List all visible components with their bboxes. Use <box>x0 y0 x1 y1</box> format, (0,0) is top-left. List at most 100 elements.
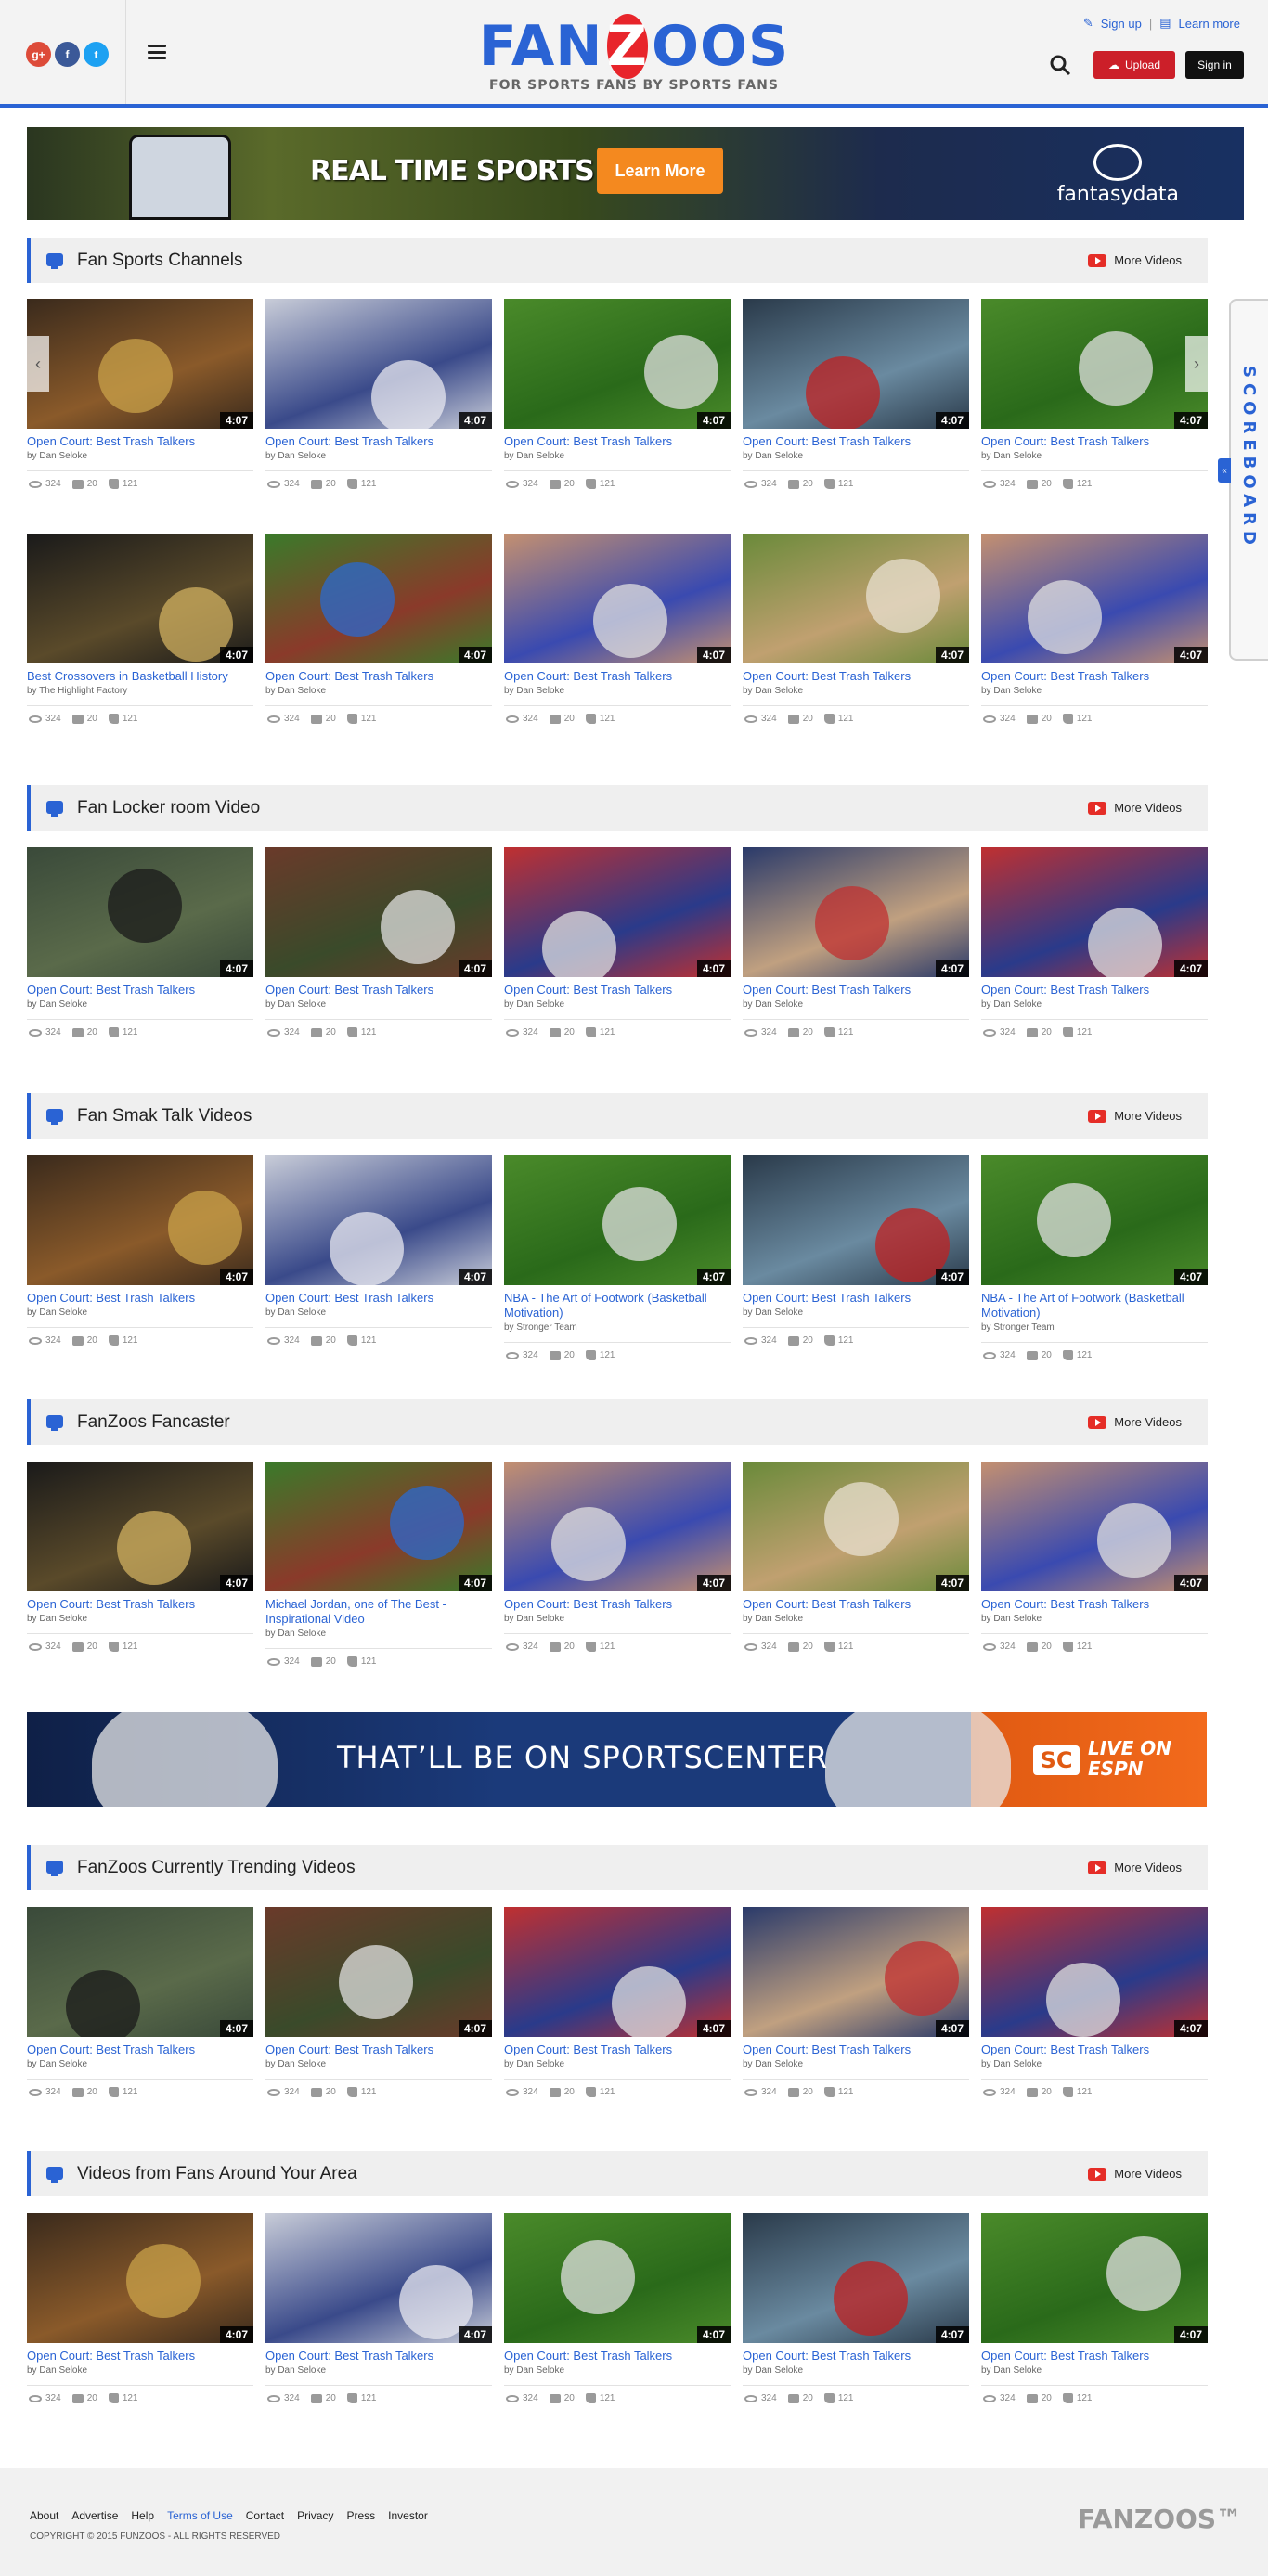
video-title-link[interactable]: NBA - The Art of Footwork (Basketball Mo… <box>981 1291 1208 1320</box>
video-title-link[interactable]: Best Crossovers in Basketball History <box>27 669 253 684</box>
twitter-icon[interactable]: t <box>84 42 109 67</box>
video-title-link[interactable]: Open Court: Best Trash Talkers <box>265 2042 492 2057</box>
video-title-link[interactable]: Open Court: Best Trash Talkers <box>27 1291 253 1306</box>
footer-logo[interactable]: FANZOOS™ <box>1078 2504 1242 2534</box>
video-thumbnail[interactable]: 4:07 <box>981 2213 1208 2343</box>
video-thumbnail[interactable]: 4:07 <box>27 2213 253 2343</box>
carousel-next-icon[interactable]: › <box>1185 336 1208 392</box>
video-card[interactable]: 4:07 Open Court: Best Trash Talkers by Dan… <box>743 1155 969 1360</box>
video-card[interactable]: 4:07 Open Court: Best Trash Talkers by Dan… <box>265 847 492 1037</box>
video-card[interactable]: 4:07 Open Court: Best Trash Talkers by Dan… <box>743 2213 969 2403</box>
video-title-link[interactable]: Open Court: Best Trash Talkers <box>265 669 492 684</box>
carousel-prev-icon[interactable]: ‹ <box>27 336 49 392</box>
video-thumbnail[interactable]: 4:07 <box>504 1907 731 2037</box>
signup-link[interactable]: Sign up <box>1101 17 1142 31</box>
video-title-link[interactable]: Open Court: Best Trash Talkers <box>27 1597 253 1612</box>
video-card[interactable]: 4:07 Open Court: Best Trash Talkers by Dan… <box>743 534 969 724</box>
scoreboard-panel[interactable]: « SCOREBOARD <box>1218 299 1268 661</box>
video-thumbnail[interactable]: 4:07 <box>743 1155 969 1285</box>
video-thumbnail[interactable]: 4:07 <box>504 1155 731 1285</box>
video-card[interactable]: 4:07 Open Court: Best Trash Talkers by Dan… <box>265 534 492 724</box>
footer-link-about[interactable]: About <box>30 2509 58 2522</box>
video-title-link[interactable]: Open Court: Best Trash Talkers <box>743 2042 969 2057</box>
fantasydata-banner-ad[interactable]: REAL TIME SPORTS DATA Learn More fantasy… <box>27 127 1244 220</box>
video-thumbnail[interactable]: 4:07 <box>981 1907 1208 2037</box>
video-card[interactable]: 4:07 Open Court: Best Trash Talkers by Dan… <box>265 1155 492 1360</box>
video-thumbnail[interactable]: 4:07 <box>265 1155 492 1285</box>
video-title-link[interactable]: Open Court: Best Trash Talkers <box>743 1291 969 1306</box>
more-videos-link[interactable]: More Videos <box>1088 1109 1182 1123</box>
footer-link-terms[interactable]: Terms of Use <box>167 2509 233 2522</box>
video-thumbnail[interactable]: 4:07 <box>27 1907 253 2037</box>
video-title-link[interactable]: Open Court: Best Trash Talkers <box>265 1291 492 1306</box>
video-card[interactable]: 4:07 Open Court: Best Trash Talkers by Dan… <box>981 534 1208 724</box>
video-title-link[interactable]: Open Court: Best Trash Talkers <box>504 669 731 684</box>
video-thumbnail[interactable]: 4:07 <box>981 1462 1208 1591</box>
video-title-link[interactable]: NBA - The Art of Footwork (Basketball Mo… <box>504 1291 731 1320</box>
video-title-link[interactable]: Open Court: Best Trash Talkers <box>743 434 969 449</box>
video-title-link[interactable]: Open Court: Best Trash Talkers <box>743 1597 969 1612</box>
video-thumbnail[interactable]: 4:07 <box>27 1462 253 1591</box>
video-title-link[interactable]: Open Court: Best Trash Talkers <box>981 983 1208 998</box>
video-card[interactable]: 4:07 Michael Jordan, one of The Best - In… <box>265 1462 492 1667</box>
facebook-icon[interactable]: f <box>55 42 80 67</box>
video-card[interactable]: 4:07 Open Court: Best Trash Talkers by Dan… <box>27 1462 253 1667</box>
video-thumbnail[interactable]: 4:07 <box>981 847 1208 977</box>
video-thumbnail[interactable]: 4:07 <box>265 847 492 977</box>
video-card[interactable]: 4:07 Open Court: Best Trash Talkers by Dan… <box>743 1907 969 2097</box>
video-thumbnail[interactable]: 4:07 <box>27 847 253 977</box>
video-thumbnail[interactable]: 4:07 <box>743 847 969 977</box>
scoreboard-toggle-icon[interactable]: « <box>1218 458 1231 483</box>
video-card[interactable]: 4:07 Open Court: Best Trash Talkers by Dan… <box>981 2213 1208 2403</box>
footer-link-advertise[interactable]: Advertise <box>71 2509 118 2522</box>
video-card[interactable]: 4:07 NBA - The Art of Footwork (Basketbal… <box>504 1155 731 1360</box>
video-card[interactable]: 4:07 Open Court: Best Trash Talkers by Dan… <box>504 1907 731 2097</box>
video-card[interactable]: 4:07 Open Court: Best Trash Talkers by Dan… <box>27 299 253 489</box>
video-card[interactable]: 4:07 Open Court: Best Trash Talkers by Dan… <box>981 299 1208 489</box>
video-thumbnail[interactable]: 4:07 <box>27 299 253 429</box>
upload-button[interactable]: ☁ Upload <box>1093 51 1175 79</box>
espn-banner-ad[interactable]: THAT’LL BE ON SPORTSCENTER SC LIVE ON ES… <box>27 1712 1207 1807</box>
video-title-link[interactable]: Open Court: Best Trash Talkers <box>265 2349 492 2363</box>
video-thumbnail[interactable]: 4:07 <box>981 534 1208 663</box>
video-thumbnail[interactable]: 4:07 <box>265 534 492 663</box>
learn-more-link[interactable]: Learn more <box>1179 17 1240 31</box>
video-card[interactable]: 4:07 Open Court: Best Trash Talkers by Dan… <box>743 1462 969 1667</box>
video-card[interactable]: 4:07 Best Crossovers in Basketball Histor… <box>27 534 253 724</box>
site-logo[interactable]: FAN Z OOS FOR SPORTS FANS BY SPORTS FANS <box>479 13 788 93</box>
video-thumbnail[interactable]: 4:07 <box>743 299 969 429</box>
more-videos-link[interactable]: More Videos <box>1088 801 1182 815</box>
video-thumbnail[interactable]: 4:07 <box>265 2213 492 2343</box>
video-thumbnail[interactable]: 4:07 <box>27 1155 253 1285</box>
video-card[interactable]: 4:07 Open Court: Best Trash Talkers by Dan… <box>743 299 969 489</box>
footer-link-help[interactable]: Help <box>131 2509 154 2522</box>
video-thumbnail[interactable]: 4:07 <box>981 299 1208 429</box>
video-card[interactable]: 4:07 Open Court: Best Trash Talkers by Dan… <box>981 1907 1208 2097</box>
video-thumbnail[interactable]: 4:07 <box>504 299 731 429</box>
banner-learn-more-button[interactable]: Learn More <box>597 148 723 194</box>
video-title-link[interactable]: Open Court: Best Trash Talkers <box>504 2349 731 2363</box>
video-title-link[interactable]: Open Court: Best Trash Talkers <box>504 434 731 449</box>
video-title-link[interactable]: Open Court: Best Trash Talkers <box>265 434 492 449</box>
video-title-link[interactable]: Open Court: Best Trash Talkers <box>743 2349 969 2363</box>
video-title-link[interactable]: Open Court: Best Trash Talkers <box>981 1597 1208 1612</box>
video-thumbnail[interactable]: 4:07 <box>504 2213 731 2343</box>
video-thumbnail[interactable]: 4:07 <box>743 1462 969 1591</box>
video-thumbnail[interactable]: 4:07 <box>743 2213 969 2343</box>
video-card[interactable]: 4:07 Open Court: Best Trash Talkers by Dan… <box>27 847 253 1037</box>
video-title-link[interactable]: Open Court: Best Trash Talkers <box>27 983 253 998</box>
footer-link-contact[interactable]: Contact <box>246 2509 284 2522</box>
menu-icon[interactable] <box>148 45 166 59</box>
video-title-link[interactable]: Open Court: Best Trash Talkers <box>504 983 731 998</box>
video-thumbnail[interactable]: 4:07 <box>743 1907 969 2037</box>
video-thumbnail[interactable]: 4:07 <box>265 1907 492 2037</box>
footer-link-privacy[interactable]: Privacy <box>297 2509 333 2522</box>
video-card[interactable]: 4:07 Open Court: Best Trash Talkers by Dan… <box>265 1907 492 2097</box>
footer-link-press[interactable]: Press <box>346 2509 375 2522</box>
video-card[interactable]: 4:07 Open Court: Best Trash Talkers by Dan… <box>981 1462 1208 1667</box>
video-thumbnail[interactable]: 4:07 <box>265 1462 492 1591</box>
search-icon[interactable] <box>1049 54 1071 76</box>
video-thumbnail[interactable]: 4:07 <box>265 299 492 429</box>
video-thumbnail[interactable]: 4:07 <box>27 534 253 663</box>
video-title-link[interactable]: Open Court: Best Trash Talkers <box>743 669 969 684</box>
